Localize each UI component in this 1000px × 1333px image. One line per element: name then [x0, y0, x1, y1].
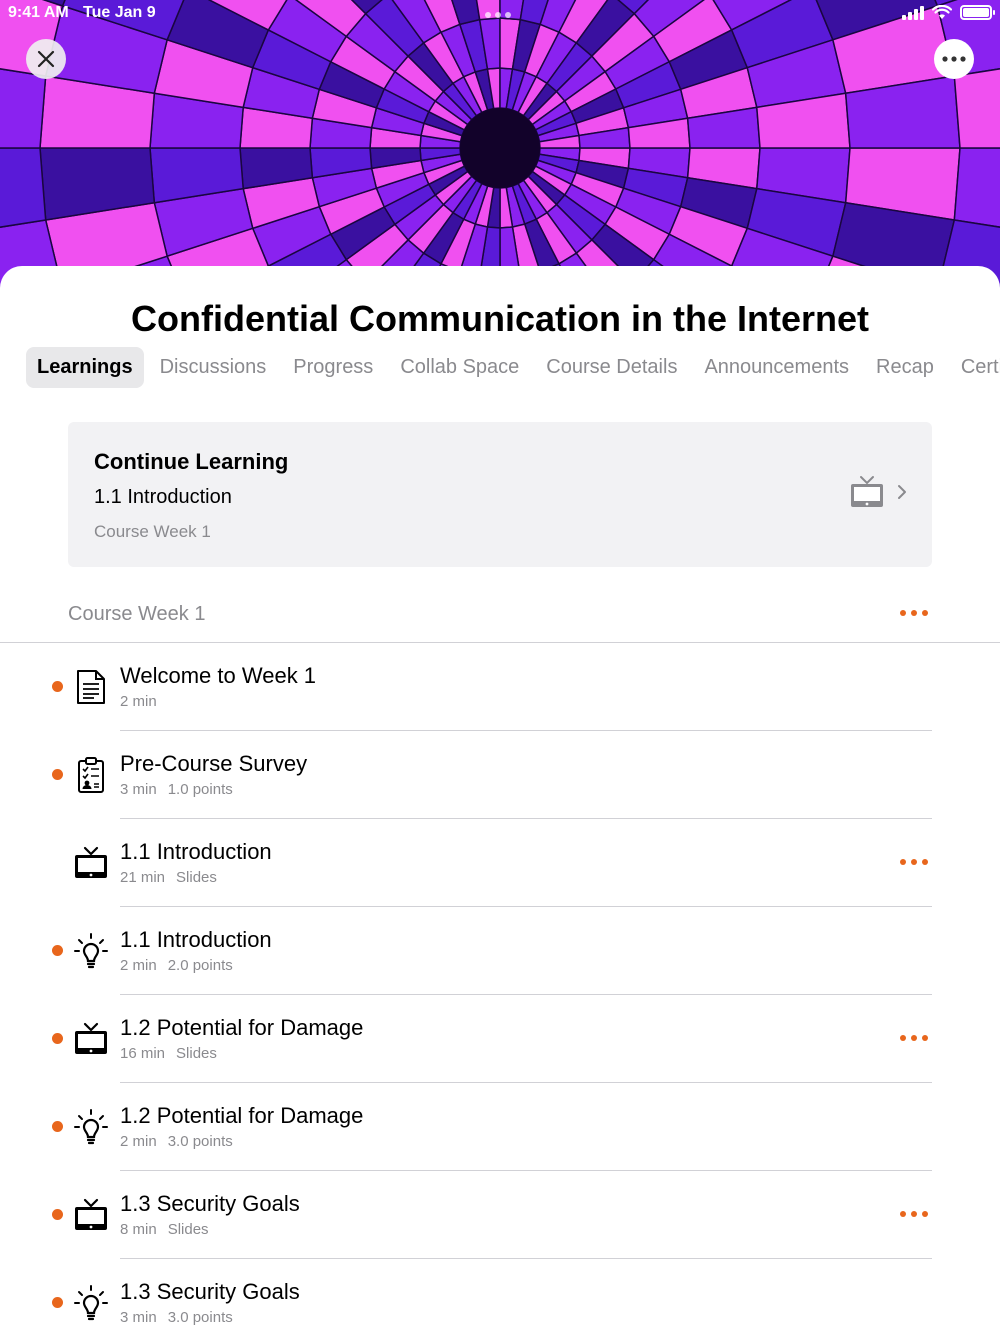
list-item[interactable]: 1.2 Potential for Damage 2 min 3.0 points [0, 1083, 1000, 1171]
unread-indicator [52, 945, 63, 956]
course-title: Confidential Communication in the Intern… [131, 298, 869, 339]
list-item[interactable]: Pre-Course Survey 3 min 1.0 points [0, 731, 1000, 819]
list-item[interactable]: Welcome to Week 1 2 min [0, 643, 1000, 731]
tab-course-details[interactable]: Course Details [535, 347, 688, 388]
item-meta: 2 min 3.0 points [120, 1133, 233, 1150]
item-title: 1.3 Security Goals [120, 1279, 300, 1304]
unread-indicator [52, 681, 63, 692]
list-item[interactable]: 1.1 Introduction 21 min Slides [0, 819, 1000, 907]
unread-indicator [52, 1121, 63, 1132]
item-meta-value: 3 min [120, 1309, 157, 1326]
unread-indicator [52, 1033, 63, 1044]
list-item[interactable]: 1.3 Security Goals 3 min 3.0 points [0, 1259, 1000, 1333]
status-time: 9:41 AM [8, 4, 69, 21]
tv-icon [73, 1019, 109, 1059]
cellular-icon [902, 5, 924, 20]
tab-discussions[interactable]: Discussions [149, 347, 278, 388]
list-item[interactable]: 1.2 Potential for Damage 16 min Slides [0, 995, 1000, 1083]
item-meta-value: Slides [176, 1045, 217, 1062]
lightbulb-icon [73, 1283, 109, 1323]
item-title: 1.2 Potential for Damage [120, 1103, 364, 1128]
continue-learning-card[interactable]: Continue Learning 1.1 Introduction Cours… [68, 422, 932, 567]
section-title: Course Week 1 [68, 603, 206, 625]
item-meta-value: 16 min [120, 1045, 166, 1062]
item-meta: 3 min 3.0 points [120, 1309, 233, 1326]
section-more-button[interactable] [900, 610, 928, 616]
status-bar: 9:41 AM Tue Jan 9 [0, 0, 1000, 28]
item-title: 1.1 Introduction [120, 927, 272, 952]
item-title: Pre-Course Survey [120, 751, 308, 776]
multitasking-dots[interactable] [485, 12, 511, 18]
survey-icon [73, 755, 109, 795]
course-banner-image [0, 0, 1000, 290]
item-more-button[interactable] [900, 1211, 928, 1217]
item-meta-value: 3 min [120, 781, 157, 798]
tab-recap[interactable]: Recap [865, 347, 945, 388]
list-item[interactable]: 1.3 Security Goals 8 min Slides [0, 1171, 1000, 1259]
item-title: 1.1 Introduction [120, 839, 272, 864]
item-meta: 21 min Slides [120, 869, 217, 886]
item-meta: 8 min Slides [120, 1221, 209, 1238]
item-meta-value: 2 min [120, 693, 157, 710]
lightbulb-icon [73, 931, 109, 971]
tab-certificates[interactable]: Certifi [950, 347, 1000, 388]
item-meta-value: 1.0 points [167, 781, 233, 798]
balloon-pattern [0, 0, 1000, 290]
wifi-icon [932, 5, 952, 19]
tab-announcements[interactable]: Announcements [693, 347, 860, 388]
chevron-right-icon [898, 485, 906, 499]
item-title: 1.3 Security Goals [120, 1191, 300, 1216]
list-item[interactable]: 1.1 Introduction 2 min 2.0 points [0, 907, 1000, 995]
item-meta-value: 21 min [120, 869, 166, 886]
item-meta-value: Slides [167, 1221, 209, 1238]
item-meta-value: 8 min [120, 1221, 157, 1238]
learning-items-list: Welcome to Week 1 2 min Pre-Course Survey 3… [0, 643, 1000, 1333]
item-meta-value: 2 min [120, 957, 157, 974]
item-meta-value: 3.0 points [167, 1133, 233, 1150]
tab-progress[interactable]: Progress [282, 347, 384, 388]
balloon-center [460, 108, 540, 188]
item-title: 1.2 Potential for Damage [120, 1015, 364, 1040]
item-meta: 3 min 1.0 points [120, 781, 233, 798]
tv-icon [851, 476, 883, 507]
continue-learning-week: Course Week 1 [94, 522, 211, 541]
status-date: Tue Jan 9 [83, 4, 156, 21]
item-meta-value: Slides [176, 869, 217, 886]
tv-icon [73, 1195, 109, 1235]
tab-collab-space[interactable]: Collab Space [389, 347, 530, 388]
unread-indicator [52, 769, 63, 780]
item-meta-value: 2.0 points [167, 957, 233, 974]
item-title: Welcome to Week 1 [120, 663, 317, 688]
item-meta: 2 min 2.0 points [120, 957, 233, 974]
more-icon [942, 56, 966, 62]
close-icon [37, 50, 55, 68]
unread-indicator [52, 1297, 63, 1308]
battery-icon [960, 5, 995, 20]
item-meta-value: 2 min [120, 1133, 157, 1150]
item-more-button[interactable] [900, 859, 928, 865]
close-button[interactable] [26, 39, 66, 79]
unread-indicator [52, 1209, 63, 1220]
item-more-button[interactable] [900, 1035, 928, 1041]
tab-bar: Learnings Discussions Progress Collab Sp… [26, 347, 1000, 388]
continue-learning-item: 1.1 Introduction [94, 486, 232, 508]
more-options-button[interactable] [934, 39, 974, 79]
item-meta: 16 min Slides [120, 1045, 217, 1062]
lightbulb-icon [73, 1107, 109, 1147]
item-meta: 2 min [120, 693, 157, 710]
document-icon [73, 667, 109, 707]
item-meta-value: 3.0 points [167, 1309, 233, 1326]
tv-icon [73, 843, 109, 883]
continue-learning-heading: Continue Learning [94, 449, 289, 474]
tab-learnings[interactable]: Learnings [26, 347, 144, 388]
